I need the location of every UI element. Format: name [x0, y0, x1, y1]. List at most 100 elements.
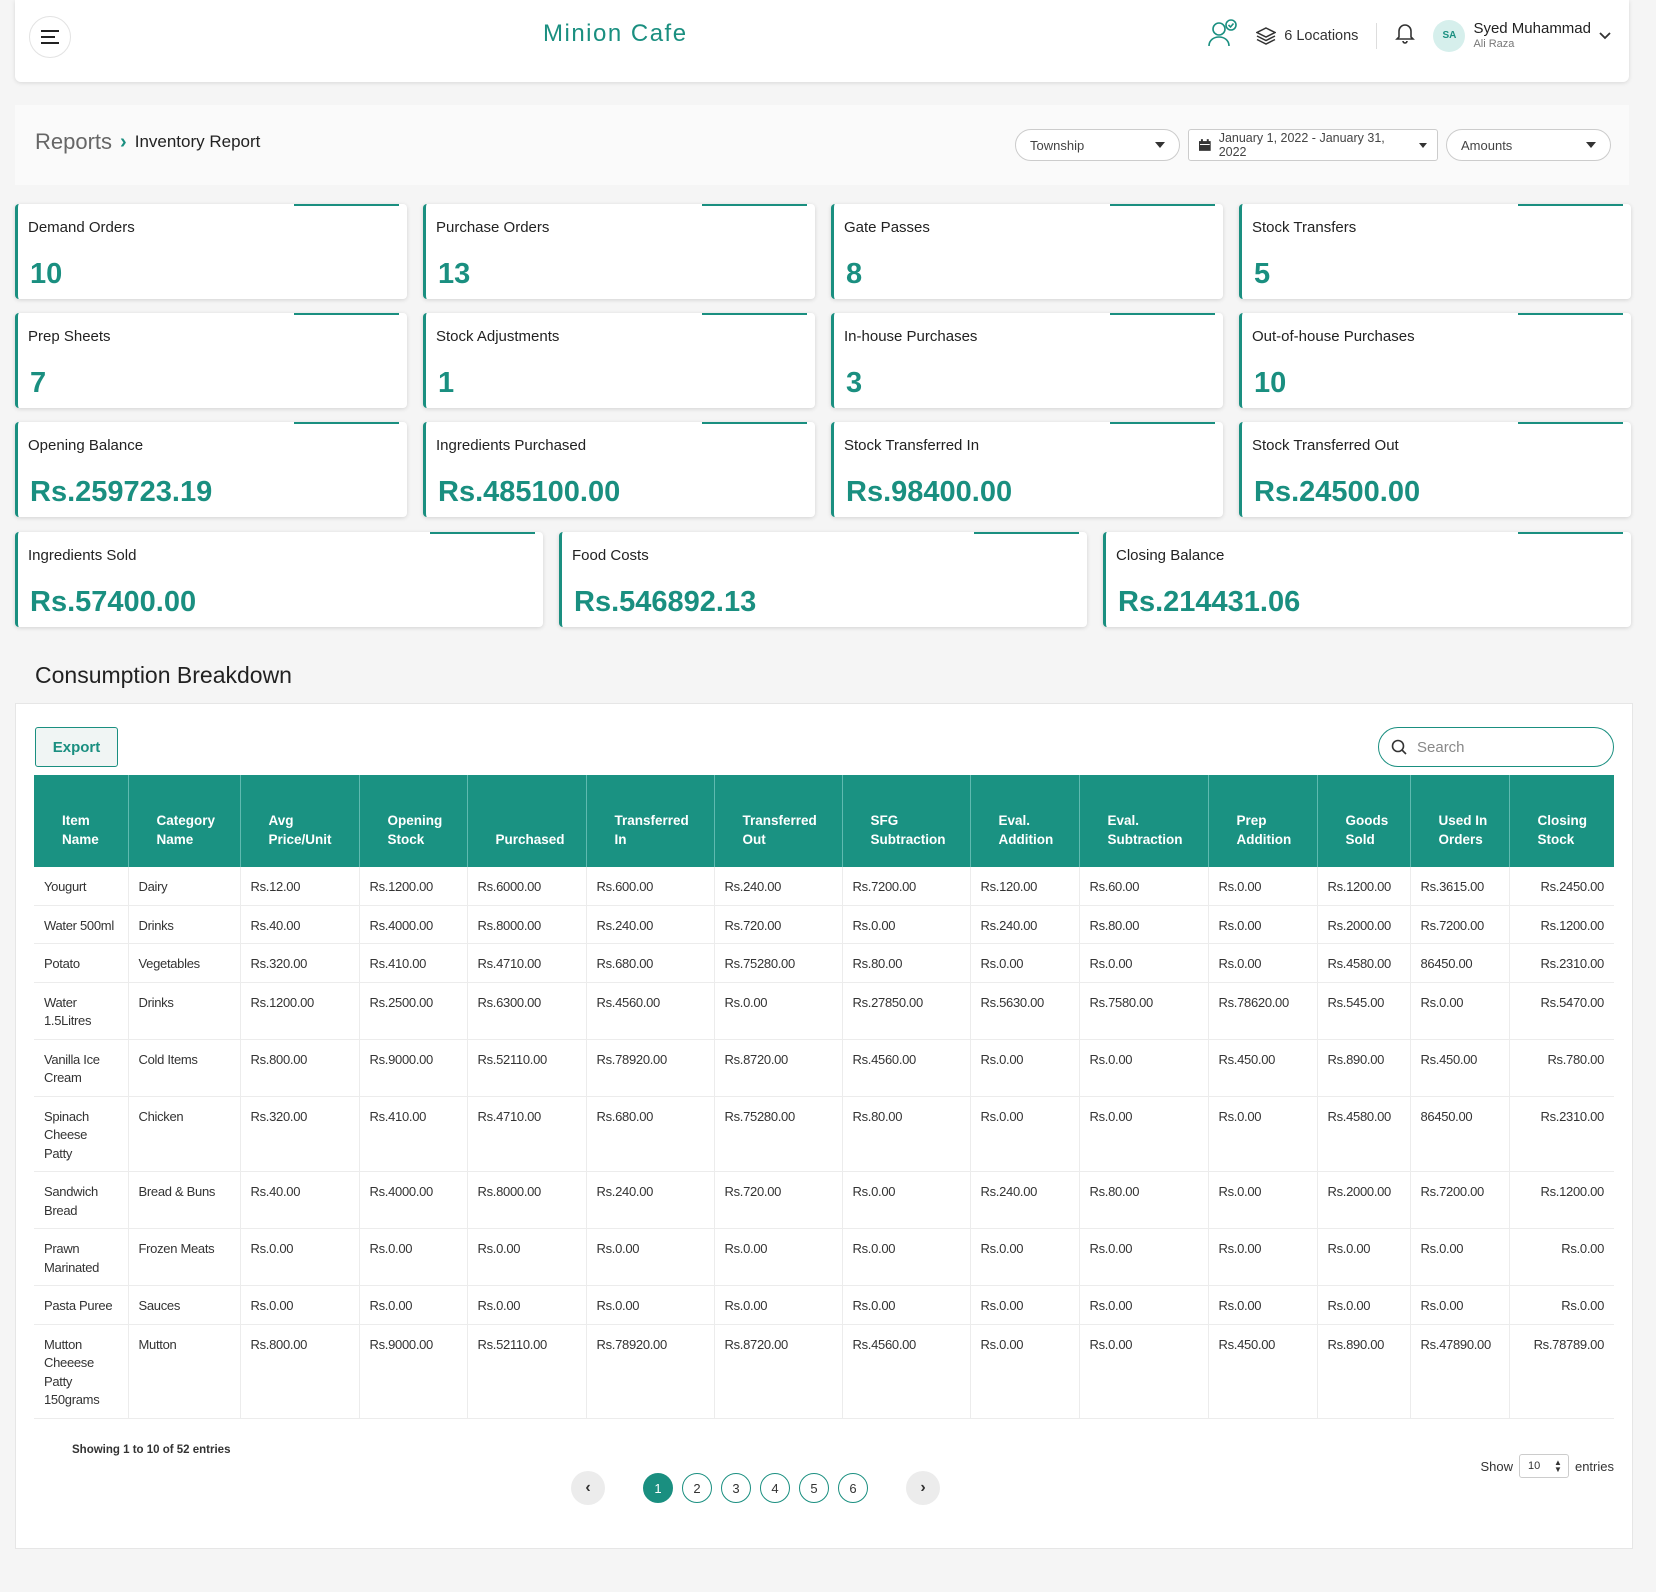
page-button-6[interactable]: 6: [838, 1473, 868, 1503]
export-button[interactable]: Export: [35, 727, 118, 767]
column-header[interactable]: Purchased: [467, 775, 587, 867]
stat-value: 3: [846, 367, 863, 399]
brand-title: Minion Cafe: [543, 20, 688, 47]
column-header[interactable]: Transferred Out: [714, 775, 843, 867]
page-button-4[interactable]: 4: [760, 1473, 790, 1503]
table-cell: Rs.680.00: [586, 1096, 715, 1172]
table-cell: Spinach Cheese Patty: [34, 1096, 129, 1172]
stat-card-demand-orders: Demand Orders 10: [15, 204, 407, 299]
table-cell: Rs.80.00: [842, 943, 971, 983]
table-cell: Rs.8720.00: [714, 1039, 843, 1097]
table-cell: Cold Items: [128, 1039, 241, 1097]
column-header[interactable]: Eval. Subtraction: [1079, 775, 1209, 867]
stat-value: Rs.485100.00: [438, 476, 621, 508]
column-header[interactable]: Goods Sold: [1317, 775, 1411, 867]
table-cell: Rs.0.00: [714, 1285, 843, 1325]
hamburger-menu-button[interactable]: [29, 16, 71, 58]
table-row: Spinach Cheese Patty Chicken Rs.320.00 Rs.4…: [34, 1096, 1614, 1172]
breadcrumb-root[interactable]: Reports: [35, 129, 112, 155]
table-cell: Rs.9000.00: [359, 1324, 468, 1419]
stat-value: 8: [846, 258, 863, 290]
stat-label: Out-of-house Purchases: [1252, 328, 1415, 345]
table-cell: Rs.6000.00: [467, 867, 587, 906]
column-header[interactable]: Opening Stock: [359, 775, 468, 867]
search-placeholder: Search: [1417, 738, 1465, 756]
table-cell: Rs.0.00: [1208, 1171, 1318, 1229]
table-cell: Rs.2000.00: [1317, 905, 1411, 944]
stat-label: Stock Adjustments: [436, 328, 560, 345]
table-cell: Rs.0.00: [1317, 1285, 1411, 1325]
table-cell: Rs.240.00: [970, 1171, 1080, 1229]
table-cell: Rs.0.00: [240, 1285, 360, 1325]
page-button-3[interactable]: 3: [721, 1473, 751, 1503]
user-check-icon[interactable]: [1206, 18, 1238, 53]
column-header[interactable]: Eval. Addition: [970, 775, 1080, 867]
column-header[interactable]: Transferred In: [586, 775, 715, 867]
stat-value: 5: [1254, 258, 1271, 290]
table-cell: Rs.0.00: [842, 1228, 971, 1286]
page-button-2[interactable]: 2: [682, 1473, 712, 1503]
table-cell: Rs.2450.00: [1509, 867, 1614, 906]
entries-label: entries: [1574, 1458, 1614, 1474]
next-page-button[interactable]: ›: [906, 1471, 940, 1505]
page-size-select[interactable]: 10 ▲ ▼: [1518, 1454, 1569, 1478]
table-cell: Rs.0.00: [1410, 982, 1510, 1040]
stat-value: Rs.259723.19: [30, 476, 213, 508]
table-cell: Rs.0.00: [970, 1285, 1080, 1325]
table-cell: Water 500ml: [34, 905, 129, 944]
stat-card-food-costs: Food Costs Rs.546892.13: [559, 532, 1087, 627]
date-range-picker[interactable]: January 1, 2022 - January 31, 2022: [1188, 129, 1438, 161]
breadcrumb-current: Inventory Report: [134, 132, 261, 151]
stat-card-stock-transfers: Stock Transfers 5: [1239, 204, 1631, 299]
table-cell: Rs.720.00: [714, 905, 843, 944]
column-header[interactable]: Closing Stock: [1509, 775, 1614, 867]
amounts-select[interactable]: Amounts: [1446, 129, 1611, 161]
table-cell: Rs.5470.00: [1509, 982, 1614, 1040]
user-menu[interactable]: SA Syed Muhammad Ali Raza: [1433, 19, 1611, 52]
calendar-icon: [1199, 139, 1211, 151]
stat-label: Ingredients Sold: [28, 547, 137, 564]
table-cell: Rs.545.00: [1317, 982, 1411, 1040]
column-header[interactable]: Category Name: [128, 775, 241, 867]
table-cell: Pasta Puree: [34, 1285, 129, 1325]
table-cell: Rs.0.00: [1317, 1228, 1411, 1286]
bell-icon[interactable]: [1395, 22, 1416, 49]
column-header[interactable]: Prep Addition: [1208, 775, 1318, 867]
table-cell: Rs.52110.00: [467, 1039, 587, 1097]
stat-label: Purchase Orders: [436, 219, 550, 236]
user-name: Syed Muhammad: [1473, 20, 1591, 38]
table-cell: Rs.0.00: [714, 1228, 843, 1286]
township-select[interactable]: Township: [1015, 129, 1180, 161]
table-cell: Rs.9000.00: [359, 1039, 468, 1097]
locations-selector[interactable]: 6 Locations: [1256, 26, 1358, 45]
top-bar: Minion Cafe 6 Locations SA Syed Muhammad…: [15, 0, 1629, 82]
table-cell: Rs.0.00: [1079, 1096, 1209, 1172]
show-label: Show: [1480, 1458, 1513, 1474]
column-header[interactable]: Avg Price/Unit: [240, 775, 360, 867]
search-input[interactable]: Search: [1378, 727, 1614, 767]
table-cell: Sauces: [128, 1285, 241, 1325]
table-cell: Rs.0.00: [1079, 1228, 1209, 1286]
table-cell: Rs.450.00: [1410, 1039, 1510, 1097]
table-cell: Rs.410.00: [359, 943, 468, 983]
table-cell: Rs.2500.00: [359, 982, 468, 1040]
table-cell: Rs.4000.00: [359, 905, 468, 944]
hamburger-icon: [41, 30, 59, 44]
column-header[interactable]: SFG Subtraction: [842, 775, 971, 867]
table-cell: Water 1.5Litres: [34, 982, 129, 1040]
table-cell: Rs.0.00: [586, 1285, 715, 1325]
prev-page-button[interactable]: ‹: [571, 1471, 605, 1505]
chevron-left-icon: ‹: [585, 1479, 591, 1496]
table-cell: Rs.4560.00: [586, 982, 715, 1040]
page-button-1[interactable]: 1: [643, 1473, 673, 1503]
column-header[interactable]: Item Name: [34, 775, 129, 867]
table-cell: Rs.0.00: [1079, 1324, 1209, 1419]
township-select-value: Township: [1030, 137, 1085, 153]
stat-label: Prep Sheets: [28, 328, 111, 345]
stat-label: Stock Transferred Out: [1252, 437, 1399, 454]
table-cell: Rs.0.00: [586, 1228, 715, 1286]
column-header[interactable]: Used In Orders: [1410, 775, 1510, 867]
table-cell: Rs.8000.00: [467, 905, 587, 944]
table-cell: Rs.75280.00: [714, 943, 843, 983]
page-button-5[interactable]: 5: [799, 1473, 829, 1503]
